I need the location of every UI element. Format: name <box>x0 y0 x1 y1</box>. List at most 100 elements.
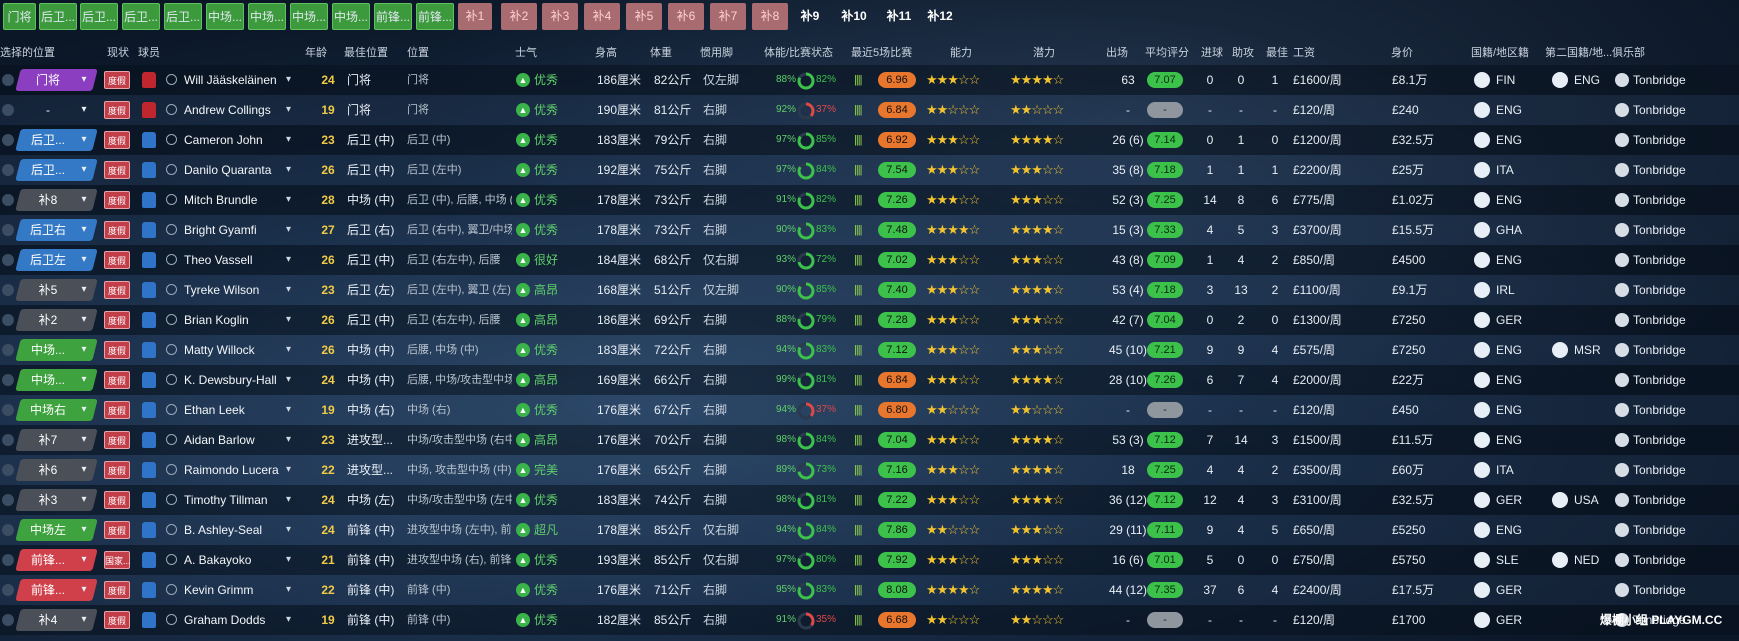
chevron-down-icon[interactable]: ▾ <box>286 125 291 155</box>
chevron-down-icon[interactable]: ▾ <box>286 425 291 455</box>
tab-18[interactable]: 补7 <box>710 3 746 30</box>
chevron-down-icon[interactable]: ▾ <box>286 185 291 215</box>
player-row[interactable]: 前锋... ▾ 度假 Kevin Grimm ▾ 22 前锋 (中) 前锋 (中) ▲ 优秀 176… <box>0 575 1739 605</box>
player-name[interactable]: Graham Dodds <box>184 605 284 635</box>
player-row[interactable]: 中场左 ▾ 度假 B. Ashley-Seal ▾ 24 前锋 (中) 进攻型中场 (左中),… <box>0 515 1739 545</box>
tab-9[interactable]: 中场... <box>332 3 370 30</box>
header-nationality[interactable]: 国籍/地区籍 <box>1471 44 1529 60</box>
row-checkbox[interactable] <box>2 404 14 416</box>
selected-position-dropdown[interactable]: 中场... ▾ <box>15 369 98 391</box>
header-weight[interactable]: 体重 <box>650 44 672 60</box>
row-checkbox[interactable] <box>2 104 14 116</box>
player-name[interactable]: Mitch Brundle <box>184 185 284 215</box>
row-checkbox[interactable] <box>2 344 14 356</box>
player-row[interactable]: 补4 ▾ 度假 Graham Dodds ▾ 19 前锋 (中) 前锋 (中) ▲ 优秀 182厘米… <box>0 605 1739 635</box>
tab-1[interactable]: 门将 <box>3 3 36 30</box>
row-checkbox[interactable] <box>2 434 14 446</box>
header-foot[interactable]: 惯用脚 <box>700 44 733 60</box>
tab-3[interactable]: 后卫... <box>80 3 118 30</box>
header-value[interactable]: 身价 <box>1391 44 1413 60</box>
player-row[interactable]: 后卫... ▾ 度假 Danilo Quaranta ▾ 26 后卫 (中) 后卫 (左中) ▲… <box>0 155 1739 185</box>
player-name[interactable]: Matty Willock <box>184 335 284 365</box>
selected-position-dropdown[interactable]: 补4 ▾ <box>15 609 98 631</box>
header-height[interactable]: 身高 <box>595 44 617 60</box>
tab-21[interactable]: 补10 <box>834 3 874 30</box>
header-player[interactable]: 球员 <box>138 44 160 60</box>
selected-position-dropdown[interactable]: 补2 ▾ <box>15 309 98 331</box>
header-avg-rating[interactable]: 平均评分 <box>1145 44 1189 60</box>
player-row[interactable]: 中场... ▾ 度假 Matty Willock ▾ 26 中场 (中) 后腰, 中场 (中)… <box>0 335 1739 365</box>
chevron-down-icon[interactable]: ▾ <box>286 275 291 305</box>
selected-position-dropdown[interactable]: 补5 ▾ <box>15 279 98 301</box>
player-name[interactable]: Bright Gyamfi <box>184 215 284 245</box>
row-checkbox[interactable] <box>2 74 14 86</box>
player-row[interactable]: 前锋... ▾ 国家... A. Bakayoko ▾ 21 前锋 (中) 进攻型中场 (右)… <box>0 545 1739 575</box>
player-row[interactable]: - ▾ 度假 Andrew Collings ▾ 19 门将 门将 ▲ 优秀 190厘米 81公斤 右脚… <box>0 95 1739 125</box>
chevron-down-icon[interactable]: ▾ <box>286 515 291 545</box>
row-checkbox[interactable] <box>2 494 14 506</box>
tab-23[interactable]: 补12 <box>922 3 958 30</box>
header-ability[interactable]: 能力 <box>950 44 972 60</box>
row-checkbox[interactable] <box>2 584 14 596</box>
selected-position-dropdown[interactable]: 补6 ▾ <box>15 459 98 481</box>
selected-position-dropdown[interactable]: - ▾ <box>15 99 97 121</box>
chevron-down-icon[interactable]: ▾ <box>286 545 291 575</box>
header-fitness[interactable]: 体能/比赛状态 <box>764 44 833 60</box>
tab-5[interactable]: 后卫... <box>164 3 202 30</box>
player-row[interactable]: 补7▾度假Aidan Barlow▾23进攻型...中场/攻击型中场 (右中),… <box>0 425 1739 455</box>
tab-12[interactable]: 补1 <box>458 3 492 30</box>
tab-6[interactable]: 中场... <box>206 3 244 30</box>
header-last5[interactable]: 最近5场比赛 <box>851 44 912 60</box>
chevron-down-icon[interactable]: ▾ <box>286 335 291 365</box>
chevron-down-icon[interactable]: ▾ <box>286 485 291 515</box>
header-assists[interactable]: 助攻 <box>1232 44 1254 60</box>
tab-13[interactable]: 补2 <box>501 3 537 30</box>
player-name[interactable]: Raimondo Lucera <box>184 455 284 485</box>
chevron-down-icon[interactable]: ▾ <box>286 215 291 245</box>
player-name[interactable]: Andrew Collings <box>184 95 284 125</box>
player-row[interactable]: 补3 ▾ 度假 Timothy Tillman ▾ 24 中场 (左) 中场/攻击型中场 (左… <box>0 485 1739 515</box>
header-goals[interactable]: 进球 <box>1201 44 1223 60</box>
row-checkbox[interactable] <box>2 194 14 206</box>
header-position[interactable]: 位置 <box>407 44 429 60</box>
chevron-down-icon[interactable]: ▾ <box>286 155 291 185</box>
chevron-down-icon[interactable]: ▾ <box>286 65 291 95</box>
header-appearances[interactable]: 出场 <box>1106 44 1128 60</box>
chevron-down-icon[interactable]: ▾ <box>286 575 291 605</box>
tab-7[interactable]: 中场... <box>248 3 286 30</box>
player-name[interactable]: Aidan Barlow <box>184 425 284 455</box>
tab-20[interactable]: 补9 <box>792 3 828 30</box>
chevron-down-icon[interactable]: ▾ <box>286 395 291 425</box>
tab-8[interactable]: 中场... <box>290 3 328 30</box>
header-potential[interactable]: 潜力 <box>1033 44 1055 60</box>
selected-position-dropdown[interactable]: 后卫右 ▾ <box>15 219 98 241</box>
selected-position-dropdown[interactable]: 前锋... ▾ <box>15 549 98 571</box>
player-row[interactable]: 后卫左 ▾ 度假 Theo Vassell ▾ 26 后卫 (中) 后卫 (右左中), 后腰 ▲… <box>0 245 1739 275</box>
player-name[interactable]: Kevin Grimm <box>184 575 284 605</box>
tab-22[interactable]: 补11 <box>880 3 918 30</box>
player-name[interactable]: A. Bakayoko <box>184 545 284 575</box>
tab-2[interactable]: 后卫... <box>39 3 77 30</box>
tab-14[interactable]: 补3 <box>542 3 578 30</box>
row-checkbox[interactable] <box>2 164 14 176</box>
player-row[interactable]: 补6 ▾ 度假 Raimondo Lucera ▾ 22 进攻型... 中场, 攻击型中场 (… <box>0 455 1739 485</box>
player-name[interactable]: Cameron John <box>184 125 284 155</box>
selected-position-dropdown[interactable]: 中场... ▾ <box>15 339 98 361</box>
player-row[interactable]: 中场右 ▾ 度假 Ethan Leek ▾ 19 中场 (右) 中场 (右) ▲ 优秀 176厘米 6… <box>0 395 1739 425</box>
tab-15[interactable]: 补4 <box>584 3 620 30</box>
player-row[interactable]: 门将 ▾ 度假 Will Jääskeläinen ▾ 24 门将 门将 ▲ 优秀 186厘米 82公… <box>0 65 1739 95</box>
chevron-down-icon[interactable]: ▾ <box>286 365 291 395</box>
chevron-down-icon[interactable]: ▾ <box>286 455 291 485</box>
header-pom[interactable]: 最佳 <box>1266 44 1288 60</box>
row-checkbox[interactable] <box>2 554 14 566</box>
row-checkbox[interactable] <box>2 464 14 476</box>
selected-position-dropdown[interactable]: 后卫... ▾ <box>15 129 98 151</box>
selected-position-dropdown[interactable]: 后卫左 ▾ <box>15 249 98 271</box>
row-checkbox[interactable] <box>2 284 14 296</box>
row-checkbox[interactable] <box>2 224 14 236</box>
row-checkbox[interactable] <box>2 134 14 146</box>
chevron-down-icon[interactable]: ▾ <box>286 605 291 635</box>
player-name[interactable]: Will Jääskeläinen <box>184 65 284 95</box>
row-checkbox[interactable] <box>2 524 14 536</box>
header-wage[interactable]: 工资 <box>1293 44 1315 60</box>
